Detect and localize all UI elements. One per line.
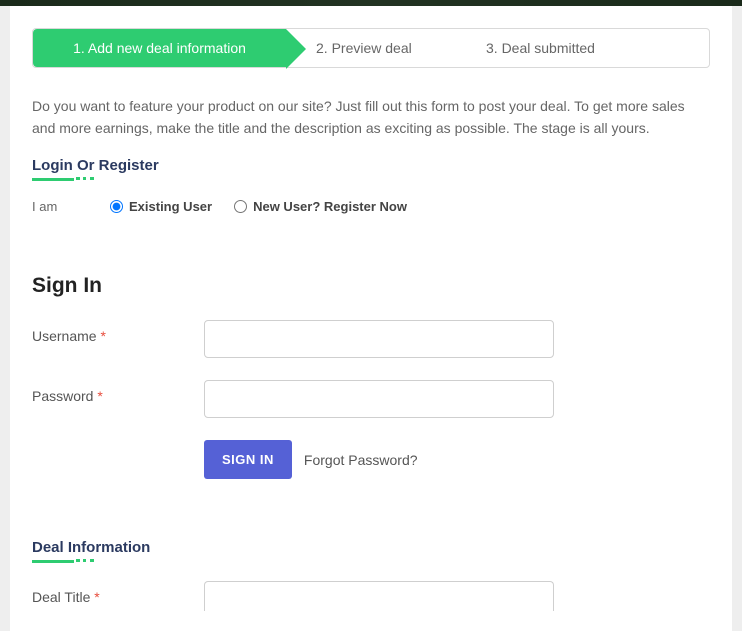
radio-existing-input[interactable]: [110, 200, 123, 213]
stepper: 1. Add new deal information 2. Preview d…: [32, 28, 710, 68]
title-underline: [32, 178, 74, 181]
required-mark: *: [100, 328, 105, 344]
password-input[interactable]: [204, 380, 554, 418]
login-register-title: Login Or Register: [32, 157, 710, 174]
step-add-new-deal[interactable]: 1. Add new deal information: [33, 29, 286, 67]
form-card: 1. Add new deal information 2. Preview d…: [10, 6, 732, 631]
required-mark: *: [94, 589, 99, 605]
radio-existing-label[interactable]: Existing User: [129, 199, 212, 214]
radio-new-input[interactable]: [234, 200, 247, 213]
password-label: Password *: [32, 380, 204, 404]
step-label: 2. Preview deal: [316, 40, 412, 56]
iam-label: I am: [32, 199, 88, 214]
deal-info-title: Deal Information: [32, 539, 710, 556]
signin-heading: Sign In: [32, 274, 710, 298]
radio-new-user[interactable]: New User? Register Now: [234, 199, 407, 214]
forgot-password-link[interactable]: Forgot Password?: [304, 452, 418, 468]
radio-new-label[interactable]: New User? Register Now: [253, 199, 407, 214]
username-label: Username *: [32, 320, 204, 344]
radio-existing-user[interactable]: Existing User: [110, 199, 212, 214]
step-label: 3. Deal submitted: [486, 40, 595, 56]
signin-button[interactable]: SIGN IN: [204, 440, 292, 479]
deal-title-input[interactable]: [204, 581, 554, 611]
intro-text: Do you want to feature your product on o…: [32, 96, 710, 139]
username-input[interactable]: [204, 320, 554, 358]
title-underline: [32, 560, 74, 563]
step-deal-submitted[interactable]: 3. Deal submitted: [466, 29, 709, 67]
deal-title-label: Deal Title *: [32, 581, 204, 605]
step-preview-deal[interactable]: 2. Preview deal: [286, 29, 466, 67]
step-label: 1. Add new deal information: [73, 40, 246, 56]
required-mark: *: [97, 388, 102, 404]
